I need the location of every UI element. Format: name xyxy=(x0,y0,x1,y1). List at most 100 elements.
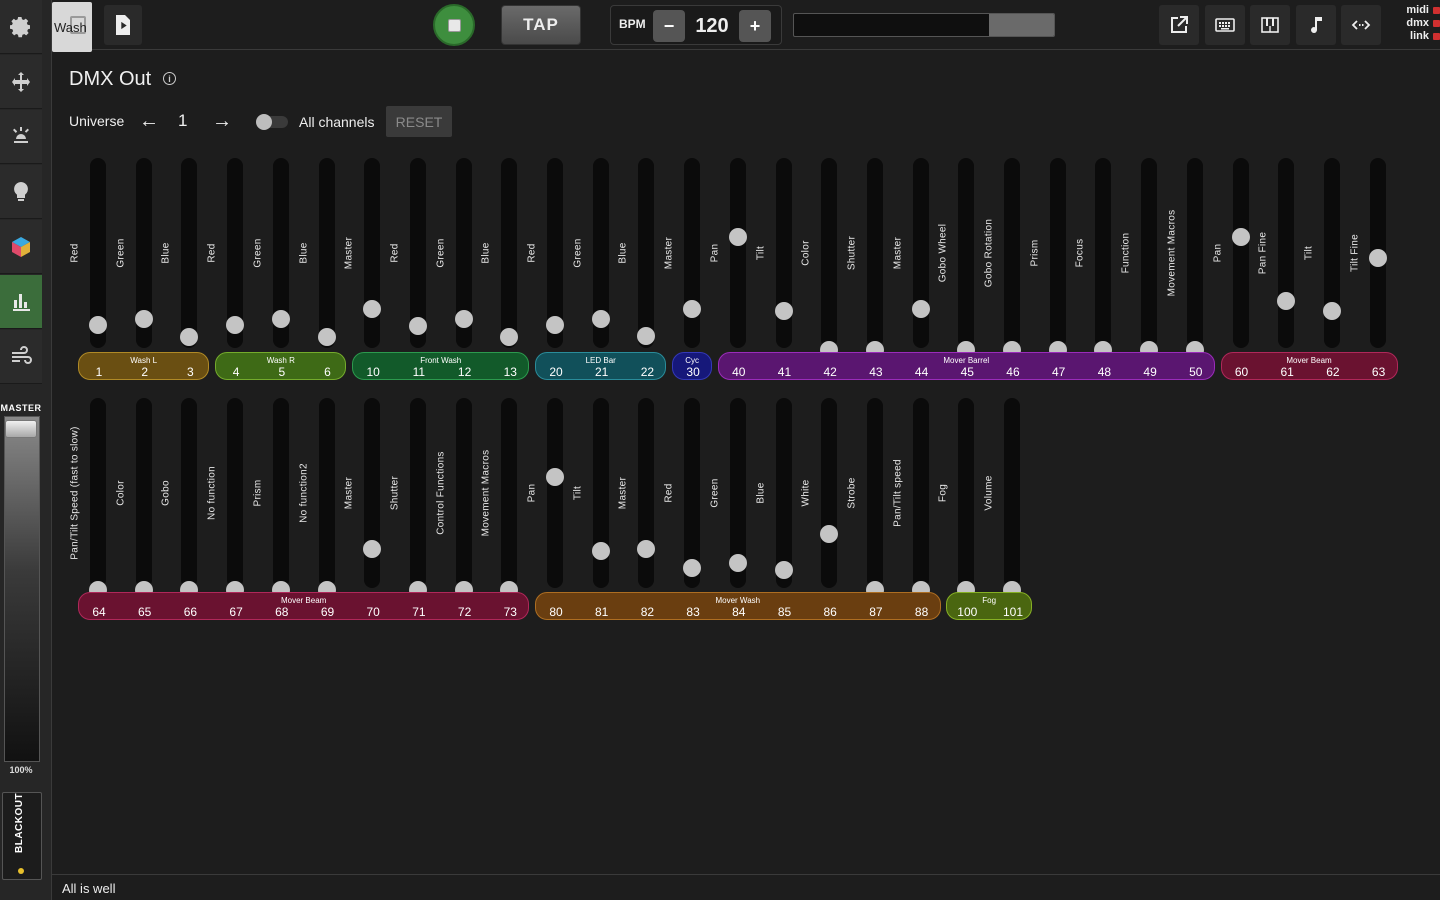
fader-handle[interactable] xyxy=(774,561,793,580)
fixture-group[interactable]: Front Wash 10 11 12 13 xyxy=(352,352,530,380)
stop-button[interactable] xyxy=(433,4,475,46)
channel-fader[interactable] xyxy=(683,158,702,348)
channel-fader[interactable] xyxy=(500,398,519,599)
channel-fader[interactable] xyxy=(820,398,839,588)
fader-handle[interactable] xyxy=(271,310,290,329)
fader-track[interactable] xyxy=(1232,158,1249,348)
channel-fader[interactable] xyxy=(957,158,976,359)
channel-fader[interactable] xyxy=(1185,158,1204,359)
channel-fader[interactable] xyxy=(317,158,336,348)
fader-track[interactable] xyxy=(1095,158,1112,348)
fixture-group[interactable]: Fog 100 101 xyxy=(946,592,1032,620)
fixture-group[interactable]: Wash R 4 5 6 xyxy=(215,352,347,380)
universe-next-button[interactable]: → xyxy=(211,110,233,132)
channel-fader[interactable] xyxy=(317,398,336,599)
blackout-button[interactable]: BLACKOUT xyxy=(2,792,42,880)
fader-track[interactable] xyxy=(866,158,883,348)
fader-track[interactable] xyxy=(318,398,335,588)
fader-handle[interactable] xyxy=(683,558,702,577)
channel-fader[interactable] xyxy=(865,398,884,599)
fader-track[interactable] xyxy=(866,398,883,588)
sidebar-item-move[interactable] xyxy=(0,55,42,109)
fader-track[interactable] xyxy=(912,158,929,348)
fader-track[interactable] xyxy=(364,398,381,588)
all-channels-toggle[interactable] xyxy=(256,114,288,130)
channel-fader[interactable] xyxy=(728,158,747,348)
tap-button[interactable]: TAP xyxy=(501,5,581,45)
music-note-button[interactable] xyxy=(1296,5,1336,45)
channel-fader[interactable] xyxy=(957,398,976,599)
fader-handle[interactable] xyxy=(454,310,473,329)
channel-fader[interactable] xyxy=(637,158,656,348)
sidebar-item-scenes[interactable] xyxy=(0,220,42,274)
fader-track[interactable] xyxy=(1004,398,1020,588)
fader-track[interactable] xyxy=(455,398,472,588)
sidebar-item-fog[interactable] xyxy=(0,330,42,384)
fader-handle[interactable] xyxy=(774,301,793,320)
channel-fader[interactable] xyxy=(1322,158,1341,348)
fixture-group[interactable]: Mover Beam 64 65 66 67 68 69 70 71 72 73 xyxy=(78,592,530,620)
channel-fader[interactable] xyxy=(1094,158,1113,359)
fader-track[interactable] xyxy=(638,158,655,348)
fader-track[interactable] xyxy=(1278,158,1295,348)
bpm-value[interactable]: 120 xyxy=(689,15,735,38)
fixture-group[interactable]: LED Bar 20 21 22 xyxy=(535,352,667,380)
fixture-group[interactable]: Mover Beam 60 61 62 63 xyxy=(1220,352,1398,380)
channel-fader[interactable] xyxy=(363,398,382,588)
master-fader-track[interactable] xyxy=(4,416,40,762)
channel-fader[interactable] xyxy=(180,158,199,348)
fader-track[interactable] xyxy=(958,398,975,588)
fader-track[interactable] xyxy=(501,158,518,348)
fader-track[interactable] xyxy=(684,158,701,348)
fader-track[interactable] xyxy=(638,398,655,588)
file-button[interactable] xyxy=(104,5,142,45)
sidebar-item-settings[interactable] xyxy=(0,0,42,54)
bpm-increase-button[interactable]: + xyxy=(739,10,771,42)
channel-fader[interactable] xyxy=(180,398,199,599)
channel-fader[interactable] xyxy=(911,398,930,599)
sidebar-item-dmx-out[interactable] xyxy=(0,275,42,329)
channel-fader[interactable] xyxy=(865,158,884,359)
channel-fader[interactable] xyxy=(89,398,107,599)
channel-fader[interactable] xyxy=(637,398,656,588)
fader-handle[interactable] xyxy=(1322,301,1341,320)
fixture-group[interactable]: Mover Barrel 40 41 42 43 44 45 46 47 48 49 50 xyxy=(717,352,1215,380)
channel-fader[interactable] xyxy=(454,398,473,599)
channel-fader[interactable] xyxy=(683,398,702,588)
fader-handle[interactable] xyxy=(546,467,564,486)
channel-fader[interactable] xyxy=(1277,158,1296,348)
channel-fader[interactable] xyxy=(500,158,519,348)
channel-fader[interactable] xyxy=(408,158,427,348)
fixture-group[interactable]: Wash L 1 2 3 xyxy=(78,352,210,380)
fader-track[interactable] xyxy=(135,398,152,588)
channel-fader[interactable] xyxy=(820,158,839,359)
channel-fader[interactable] xyxy=(271,158,290,348)
fader-handle[interactable] xyxy=(911,300,930,319)
channel-fader[interactable] xyxy=(226,158,245,348)
fader-handle[interactable] xyxy=(591,541,610,560)
channel-fader[interactable] xyxy=(1003,158,1021,359)
channel-fader[interactable] xyxy=(546,158,564,348)
fader-track[interactable] xyxy=(729,158,746,348)
fader-handle[interactable] xyxy=(1368,248,1387,267)
fader-track[interactable] xyxy=(547,398,563,588)
fader-handle[interactable] xyxy=(728,227,747,246)
reset-button[interactable]: RESET xyxy=(386,106,452,137)
channel-fader[interactable] xyxy=(454,158,473,348)
channel-fader[interactable] xyxy=(591,398,610,588)
fader-track[interactable] xyxy=(1186,158,1203,348)
fader-handle[interactable] xyxy=(226,315,245,334)
fader-handle[interactable] xyxy=(1231,227,1250,246)
channel-fader[interactable] xyxy=(774,398,793,588)
fader-track[interactable] xyxy=(1004,158,1020,348)
fader-track[interactable] xyxy=(409,398,426,588)
channel-fader[interactable] xyxy=(911,158,930,348)
fader-handle[interactable] xyxy=(134,310,153,329)
open-external-button[interactable] xyxy=(1159,5,1199,45)
piano-button[interactable] xyxy=(1250,5,1290,45)
keyboard-button[interactable] xyxy=(1205,5,1245,45)
channel-fader[interactable] xyxy=(1140,158,1159,359)
channel-fader[interactable] xyxy=(1231,158,1250,348)
fader-track[interactable] xyxy=(1141,158,1158,348)
channel-fader[interactable] xyxy=(363,158,382,348)
